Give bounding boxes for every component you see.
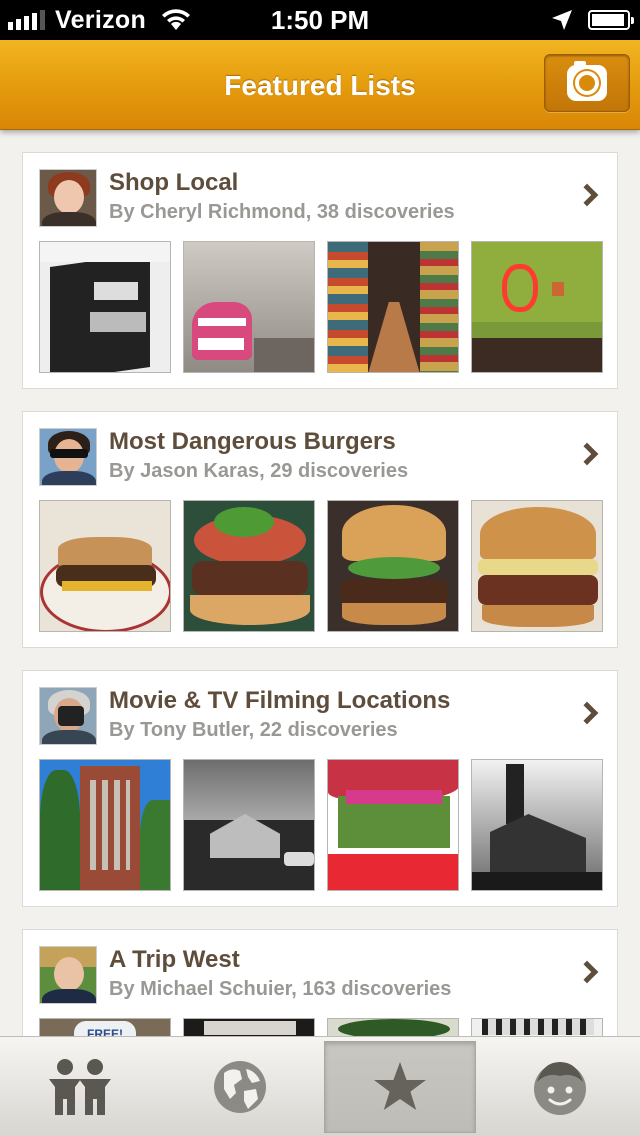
thumbnail-free-sign-photo[interactable]: FREE! xyxy=(39,1018,171,1036)
list-card-header[interactable]: Movie & TV Filming Locations By Tony But… xyxy=(23,671,617,757)
list-card-header[interactable]: Shop Local By Cheryl Richmond, 38 discov… xyxy=(23,153,617,239)
list-card[interactable]: A Trip West By Michael Schuier, 163 disc… xyxy=(22,929,618,1036)
user-avatar xyxy=(39,946,97,1004)
thumbnail-dark-photo[interactable] xyxy=(183,1018,315,1036)
people-icon xyxy=(49,1059,111,1115)
tab-profile[interactable] xyxy=(480,1037,640,1136)
thumbnail-row xyxy=(39,759,603,891)
globe-icon xyxy=(214,1061,266,1113)
nav-bar: Featured Lists xyxy=(0,40,640,130)
list-subtitle: By Michael Schuier, 163 discoveries xyxy=(109,978,452,1000)
thumbnail-storefront-photo[interactable] xyxy=(39,241,171,373)
list-title: Most Dangerous Burgers xyxy=(109,428,396,455)
thumbnail-row xyxy=(39,500,603,632)
thumbnail-plant-photo[interactable] xyxy=(327,1018,459,1036)
list-card-header[interactable]: A Trip West By Michael Schuier, 163 disc… xyxy=(23,930,617,1016)
face-icon xyxy=(534,1062,586,1115)
featured-lists[interactable]: Shop Local By Cheryl Richmond, 38 discov… xyxy=(0,131,640,1036)
thumbnail-brick-tower-building-photo[interactable] xyxy=(39,759,171,891)
battery-icon xyxy=(588,10,634,30)
list-title: Shop Local xyxy=(109,169,239,196)
thumbnail-burger-slaw-photo[interactable] xyxy=(183,500,315,632)
star-icon xyxy=(374,1062,426,1110)
clock: 1:50 PM xyxy=(270,5,370,35)
thumbnail-burger-plate-photo[interactable] xyxy=(39,500,171,632)
list-card[interactable]: Movie & TV Filming Locations By Tony But… xyxy=(22,670,618,907)
user-avatar xyxy=(39,687,97,745)
thumbnail-row: FREE! xyxy=(39,1018,603,1036)
thumbnail-row xyxy=(39,241,603,373)
chevron-right-icon[interactable] xyxy=(575,960,599,984)
thumbnail-red-house-photo[interactable] xyxy=(327,759,459,891)
camera-icon xyxy=(567,61,607,101)
tab-people[interactable] xyxy=(0,1037,160,1136)
list-subtitle: By Tony Butler, 22 discoveries xyxy=(109,719,398,741)
list-card-header[interactable]: Most Dangerous Burgers By Jason Karas, 2… xyxy=(23,412,617,498)
thumbnail-burger-lettuce-photo[interactable] xyxy=(327,500,459,632)
chevron-right-icon[interactable] xyxy=(575,442,599,466)
list-subtitle: By Cheryl Richmond, 38 discoveries xyxy=(109,201,455,223)
status-bar: Verizon 1:50 PM xyxy=(0,0,640,40)
tab-featured[interactable] xyxy=(324,1041,476,1133)
list-title: Movie & TV Filming Locations xyxy=(109,687,451,714)
tab-explore[interactable] xyxy=(160,1037,320,1136)
thumbnail-ruined-chimney-photo[interactable] xyxy=(471,759,603,891)
user-avatar xyxy=(39,169,97,227)
chevron-right-icon[interactable] xyxy=(575,183,599,207)
thumbnail-black-white-house-photo[interactable] xyxy=(183,759,315,891)
location-arrow-icon xyxy=(552,10,572,30)
list-title: A Trip West xyxy=(109,946,240,973)
battery-fill xyxy=(592,14,625,26)
list-subtitle: By Jason Karas, 29 discoveries xyxy=(109,460,409,482)
thumbnail-elephant-car-wash-sign-photo[interactable] xyxy=(183,241,315,373)
free-sign-text: FREE! xyxy=(74,1021,136,1036)
thumbnail-burger-cheese-photo[interactable] xyxy=(471,500,603,632)
thumbnail-neon-s-sign-photo[interactable] xyxy=(471,241,603,373)
tab-bar xyxy=(0,1036,640,1136)
chevron-right-icon[interactable] xyxy=(575,701,599,725)
camera-button[interactable] xyxy=(544,54,630,112)
thumbnail-bw-structure-photo[interactable] xyxy=(471,1018,603,1036)
list-card[interactable]: Most Dangerous Burgers By Jason Karas, 2… xyxy=(22,411,618,648)
list-card[interactable]: Shop Local By Cheryl Richmond, 38 discov… xyxy=(22,152,618,389)
user-avatar xyxy=(39,428,97,486)
thumbnail-grocery-aisle-photo[interactable] xyxy=(327,241,459,373)
status-right xyxy=(550,6,634,34)
